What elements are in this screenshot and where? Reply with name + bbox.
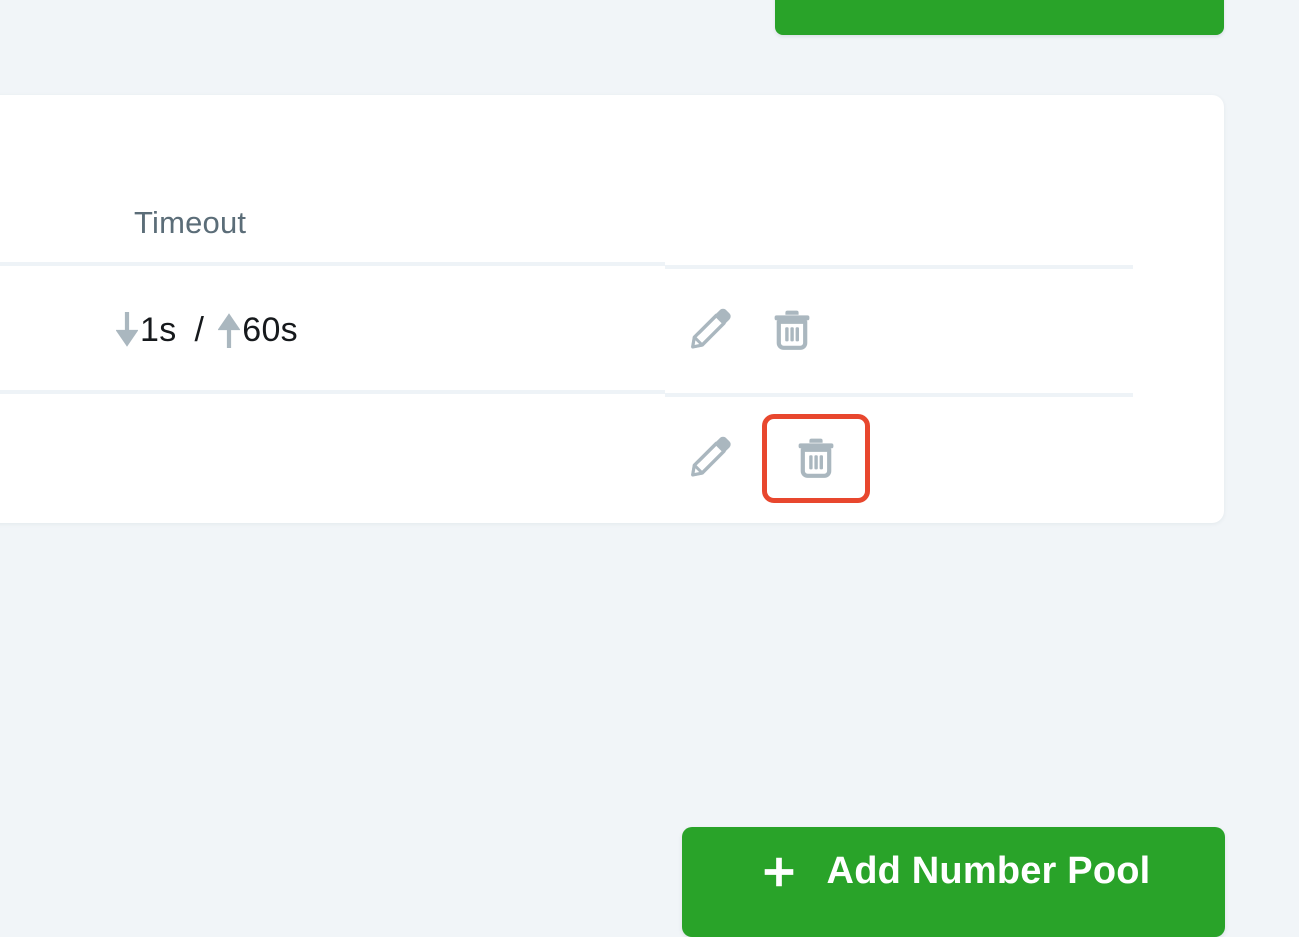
number-pool-table-card: Timeout 1s / 60s — [0, 95, 1224, 523]
pencil-icon — [686, 305, 734, 356]
timeout-min-value: 1s — [140, 310, 177, 349]
arrow-down-icon — [116, 312, 138, 348]
table-row — [0, 394, 665, 522]
pencil-icon — [686, 433, 734, 484]
trash-icon — [768, 305, 816, 356]
delete-row-button[interactable] — [762, 300, 822, 360]
add-number-pool-button-label: Add Number Pool — [826, 850, 1151, 892]
timeout-separator: / — [194, 310, 205, 349]
delete-row-button-highlighted[interactable] — [762, 413, 870, 503]
timeout-value: 1s / 60s — [116, 311, 298, 350]
timeout-column-header: Timeout — [0, 95, 665, 265]
timeout-column-header-label: Timeout — [134, 205, 247, 240]
trash-icon — [792, 433, 840, 484]
add-number-pool-button[interactable]: Add Number Pool — [682, 827, 1225, 937]
actions-column-header — [665, 95, 1133, 265]
actions-column — [665, 95, 1133, 523]
top-primary-action-button[interactable] — [775, 0, 1224, 35]
edit-row-button[interactable] — [680, 428, 740, 488]
arrow-up-icon — [218, 312, 241, 348]
plus-icon — [757, 850, 801, 894]
timeout-column: Timeout 1s / 60s — [0, 95, 665, 523]
timeout-max-value: 60s — [242, 310, 298, 349]
table-row-actions — [665, 394, 1133, 522]
row-actions — [680, 413, 870, 503]
edit-row-button[interactable] — [680, 300, 740, 360]
table-row: 1s / 60s — [0, 266, 665, 394]
row-actions — [680, 300, 822, 360]
table-row-actions — [665, 266, 1133, 394]
